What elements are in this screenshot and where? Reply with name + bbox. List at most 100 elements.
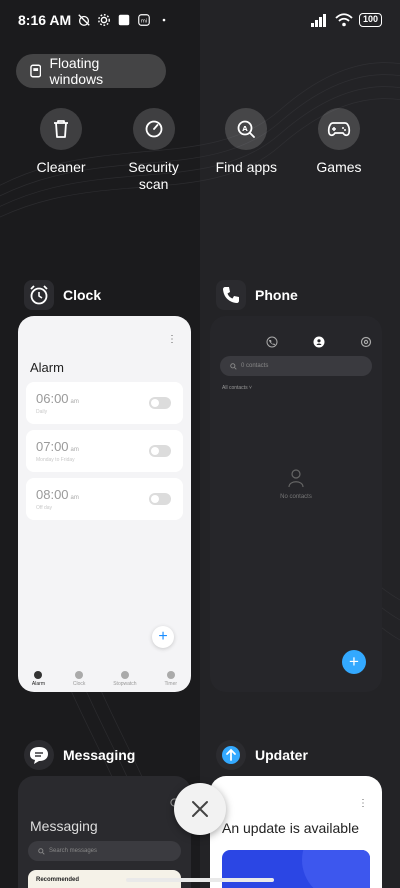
search-placeholder: 0 contacts — [241, 363, 269, 369]
alarm-toggle[interactable] — [149, 493, 171, 505]
tab-label: Timer — [164, 681, 178, 687]
update-available-title: An update is available — [222, 820, 359, 836]
gauge-icon — [145, 120, 163, 138]
alarm-tab-icon — [34, 671, 43, 679]
home-indicator[interactable] — [126, 878, 274, 882]
tab-timer[interactable]: Timer — [164, 671, 177, 687]
phone-app-icon — [216, 280, 246, 310]
games-label: Games — [316, 159, 362, 175]
gamepad-icon — [327, 122, 351, 137]
search-messages-input[interactable]: Search messages — [28, 841, 181, 861]
status-bar: 8:16 AM mi 100 — [0, 0, 400, 40]
cleaner-button[interactable]: Cleaner — [18, 96, 104, 204]
clock-tab-icon — [75, 671, 84, 679]
messaging-app-header[interactable]: Messaging — [24, 740, 135, 770]
update-banner: V — [222, 850, 370, 888]
alarm-time: 08:00 — [36, 487, 69, 502]
alarm-ampm: am — [70, 447, 79, 453]
clock-app-icon — [24, 280, 54, 310]
search-placeholder: Search messages — [49, 848, 98, 854]
svg-text:mi: mi — [141, 19, 148, 25]
security-scan-button[interactable]: Security scan — [111, 96, 197, 204]
tab-alarm[interactable]: Alarm — [32, 671, 45, 687]
square-icon — [118, 14, 130, 26]
app-search-icon: A — [237, 120, 256, 138]
alarm-clock-icon — [30, 285, 48, 305]
tab-label: Clock — [72, 681, 86, 687]
more-options-icon[interactable]: ⋮ — [358, 799, 368, 809]
update-arrow-icon — [222, 746, 240, 764]
update-banner-graphic: V — [236, 850, 370, 888]
phone-icon — [223, 287, 239, 303]
phone-app-header[interactable]: Phone — [216, 280, 298, 310]
clock-app-header[interactable]: Clock — [24, 280, 101, 310]
search-icon — [38, 847, 45, 855]
trash-icon — [54, 120, 68, 138]
tab-label: Alarm — [31, 681, 45, 687]
updater-app-name: Updater — [255, 747, 308, 763]
svg-text:V: V — [236, 884, 264, 888]
clock-app-card[interactable]: ⋮ Alarm 06:00 am Daily 07:00 am Monday to … — [18, 316, 191, 692]
quick-tools: Cleaner Security scan A Find apps Games — [18, 96, 382, 204]
svg-text:A: A — [243, 125, 249, 133]
person-icon — [288, 469, 304, 488]
cleaner-label: Cleaner — [36, 159, 86, 175]
recommended-label: Recommended — [36, 877, 80, 883]
messaging-app-name: Messaging — [63, 747, 136, 763]
alarm-row[interactable]: 08:00 am Off day — [26, 478, 183, 520]
dot-icon — [162, 18, 166, 22]
tab-label: Stopwatch — [113, 681, 137, 687]
more-options-icon[interactable]: ⋮ — [167, 335, 177, 345]
tab-clock[interactable]: Clock — [72, 671, 86, 687]
clock-tab-bar: Alarm Clock Stopwatch Timer — [18, 671, 191, 687]
alarm-time: 06:00 — [36, 391, 69, 406]
alarm-row[interactable]: 07:00 am Monday to Friday — [26, 430, 183, 472]
phone-app-card[interactable]: 0 contacts All contacts ˅ No contacts + — [210, 316, 382, 692]
recents-icon[interactable] — [266, 336, 278, 348]
close-icon — [192, 801, 208, 817]
messaging-title: Messaging — [30, 818, 98, 834]
status-time: 8:16 AM — [18, 12, 72, 28]
phone-tab-bar — [266, 336, 372, 348]
find-apps-label: Find apps — [215, 159, 278, 175]
search-icon — [230, 362, 237, 370]
updater-app-header[interactable]: Updater — [216, 740, 308, 770]
add-contact-button[interactable]: + — [342, 650, 366, 674]
messaging-app-card[interactable]: Messaging Search messages Recommended — [18, 776, 191, 888]
floating-windows-label: Floating windows — [49, 55, 104, 87]
updater-app-card[interactable]: ⋮ An update is available V — [210, 776, 382, 888]
alarm-row[interactable]: 06:00 am Daily — [26, 382, 183, 424]
alarm-ampm: am — [70, 399, 79, 405]
close-all-button[interactable] — [174, 783, 226, 835]
timer-tab-icon — [166, 671, 175, 679]
mi-icon: mi — [138, 14, 150, 26]
contacts-search-input[interactable]: 0 contacts — [220, 356, 372, 376]
alarm-time: 07:00 — [36, 439, 69, 454]
signal-icon — [310, 14, 326, 27]
alarm-repeat: Off day — [36, 505, 53, 511]
all-contacts-filter[interactable]: All contacts ˅ — [222, 385, 252, 391]
alarm-repeat: Monday to Friday — [36, 457, 75, 463]
empty-state-text: No contacts — [280, 494, 312, 500]
contacts-icon[interactable] — [313, 336, 325, 348]
security-scan-label: Security scan — [128, 159, 179, 192]
floating-windows-button[interactable]: Floating windows — [16, 54, 166, 88]
tab-stopwatch[interactable]: Stopwatch — [113, 671, 137, 687]
messaging-app-icon — [24, 740, 54, 770]
games-button[interactable]: Games — [296, 96, 382, 204]
alarm-toggle[interactable] — [149, 445, 171, 457]
phone-app-name: Phone — [255, 287, 298, 303]
alarm-toggle[interactable] — [149, 397, 171, 409]
wifi-icon — [335, 13, 353, 27]
settings-icon — [98, 14, 111, 26]
battery-icon: 100 — [358, 13, 382, 27]
find-apps-button[interactable]: A Find apps — [203, 96, 289, 204]
add-alarm-button[interactable]: + — [152, 626, 174, 648]
settings-icon[interactable] — [360, 336, 372, 348]
alarm-repeat: Daily — [36, 409, 48, 415]
alarm-title: Alarm — [30, 360, 64, 375]
clock-app-name: Clock — [63, 287, 102, 303]
updater-app-icon — [216, 740, 246, 770]
window-icon — [30, 64, 42, 78]
chat-bubble-icon — [30, 747, 48, 764]
